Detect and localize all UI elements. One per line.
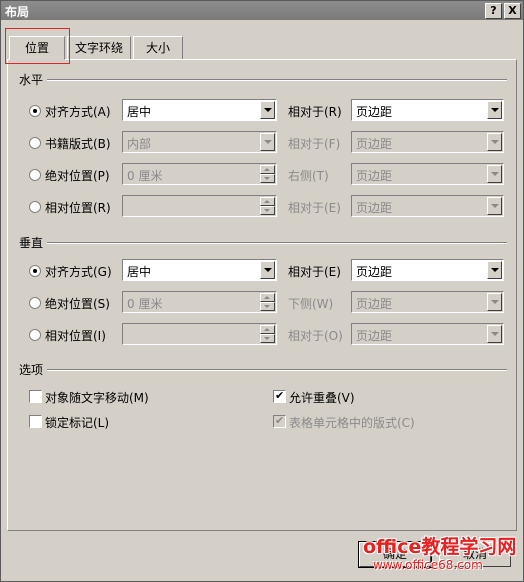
h-relative-spinner[interactable] xyxy=(122,195,277,217)
help-button[interactable]: ? xyxy=(485,3,502,19)
h-align-relative-label: 相对于(R) xyxy=(288,105,342,119)
horizontal-section-title: 水平 xyxy=(19,73,44,87)
h-absolute-spinner[interactable]: 0 厘米 xyxy=(122,163,277,185)
v-absolute-value: 0 厘米 xyxy=(127,297,163,311)
spin-down-icon[interactable] xyxy=(260,174,275,183)
h-align-value: 居中 xyxy=(127,105,152,119)
v-align-radio[interactable] xyxy=(29,265,41,277)
chevron-down-icon[interactable] xyxy=(487,293,502,311)
lock-anchor-label: 锁定标记(L) xyxy=(45,416,110,430)
v-absolute-below-label: 下侧(W) xyxy=(288,297,334,311)
chevron-down-icon[interactable] xyxy=(487,133,502,151)
h-align-relative-value: 页边距 xyxy=(356,105,393,119)
tab-highlight-box xyxy=(5,28,70,64)
layout-in-cell-label: 表格单元格中的版式(C) xyxy=(289,416,415,430)
chevron-down-icon[interactable] xyxy=(260,101,275,119)
v-align-relative-label: 相对于(E) xyxy=(288,265,341,279)
v-align-value: 居中 xyxy=(127,265,152,279)
chevron-down-icon[interactable] xyxy=(487,165,502,183)
h-align-radio[interactable] xyxy=(29,105,41,117)
options-divider xyxy=(47,369,507,371)
vertical-section-title: 垂直 xyxy=(19,236,44,250)
h-absolute-right-label: 右侧(T) xyxy=(288,169,329,183)
h-relative-to-value: 页边距 xyxy=(356,201,393,215)
chevron-down-icon[interactable] xyxy=(260,261,275,279)
v-relative-to-value: 页边距 xyxy=(356,329,393,343)
h-relative-to-label: 相对于(E) xyxy=(288,201,341,215)
h-absolute-right-combo[interactable]: 页边距 xyxy=(351,163,504,185)
watermark-url: www.office68.com xyxy=(373,558,483,572)
lock-anchor-checkbox[interactable] xyxy=(29,415,42,428)
spin-down-icon[interactable] xyxy=(260,334,275,343)
tab-size[interactable]: 大小 xyxy=(133,36,183,60)
watermark: office教程学习网 www.office68.com xyxy=(363,536,516,572)
watermark-title: office教程学习网 xyxy=(363,536,517,558)
chevron-down-icon[interactable] xyxy=(487,325,502,343)
h-book-layout-label: 书籍版式(B) xyxy=(45,137,111,151)
allow-overlap-label: 允许重叠(V) xyxy=(289,391,355,405)
v-align-combo[interactable]: 居中 xyxy=(122,259,277,281)
h-relative-label: 相对位置(R) xyxy=(45,201,111,215)
v-absolute-below-value: 页边距 xyxy=(356,297,393,311)
v-absolute-radio[interactable] xyxy=(29,297,41,309)
checkmark-icon: ✔ xyxy=(275,414,285,427)
v-absolute-spinner[interactable]: 0 厘米 xyxy=(122,291,277,313)
h-book-layout-relative-combo[interactable]: 页边距 xyxy=(351,131,504,153)
v-align-label: 对齐方式(G) xyxy=(45,265,112,279)
h-relative-radio[interactable] xyxy=(29,201,41,213)
title-bar: 布局 ? X xyxy=(1,1,523,20)
spin-down-icon[interactable] xyxy=(260,302,275,311)
h-relative-to-combo[interactable]: 页边距 xyxy=(351,195,504,217)
dialog-title: 布局 xyxy=(5,5,30,19)
chevron-down-icon[interactable] xyxy=(487,101,502,119)
h-book-layout-value: 内部 xyxy=(127,137,152,151)
h-book-layout-combo[interactable]: 内部 xyxy=(122,131,277,153)
move-with-text-label: 对象随文字移动(M) xyxy=(45,391,149,405)
h-book-layout-relative-label: 相对于(F) xyxy=(288,137,341,151)
h-book-layout-radio[interactable] xyxy=(29,137,41,149)
spin-down-icon[interactable] xyxy=(260,206,275,215)
options-section-title: 选项 xyxy=(19,363,44,377)
move-with-text-checkbox[interactable] xyxy=(29,390,42,403)
v-relative-spinner[interactable] xyxy=(122,323,277,345)
v-relative-radio[interactable] xyxy=(29,329,41,341)
v-absolute-below-combo[interactable]: 页边距 xyxy=(351,291,504,313)
tab-text-wrapping[interactable]: 文字环绕 xyxy=(67,36,131,60)
h-absolute-label: 绝对位置(P) xyxy=(45,169,110,183)
v-relative-to-combo[interactable]: 页边距 xyxy=(351,323,504,345)
layout-dialog: 布局 ? X 位置 文字环绕 大小 水平 对齐方式(A) 居中 相对于(R) 页… xyxy=(0,0,524,582)
allow-overlap-checkbox[interactable]: ✔ xyxy=(273,389,286,403)
chevron-down-icon[interactable] xyxy=(487,261,502,279)
v-align-relative-combo[interactable]: 页边距 xyxy=(351,259,504,281)
checkmark-icon: ✔ xyxy=(275,389,285,402)
h-align-label: 对齐方式(A) xyxy=(45,105,111,119)
h-book-layout-relative-value: 页边距 xyxy=(356,137,393,151)
layout-in-cell-checkbox[interactable]: ✔ xyxy=(273,414,286,428)
v-absolute-label: 绝对位置(S) xyxy=(45,297,110,311)
h-absolute-radio[interactable] xyxy=(29,169,41,181)
h-absolute-value: 0 厘米 xyxy=(127,169,163,183)
vertical-divider xyxy=(47,242,507,244)
v-align-relative-value: 页边距 xyxy=(356,265,393,279)
close-button[interactable]: X xyxy=(504,3,521,19)
spin-up-icon[interactable] xyxy=(260,197,275,206)
h-align-combo[interactable]: 居中 xyxy=(122,99,277,121)
h-align-relative-combo[interactable]: 页边距 xyxy=(351,99,504,121)
spin-up-icon[interactable] xyxy=(260,165,275,174)
v-relative-to-label: 相对于(O) xyxy=(288,329,343,343)
horizontal-divider xyxy=(47,79,507,81)
v-relative-label: 相对位置(I) xyxy=(45,329,106,343)
chevron-down-icon[interactable] xyxy=(487,197,502,215)
chevron-down-icon[interactable] xyxy=(260,133,275,151)
h-absolute-right-value: 页边距 xyxy=(356,169,393,183)
spin-up-icon[interactable] xyxy=(260,293,275,302)
spin-up-icon[interactable] xyxy=(260,325,275,334)
